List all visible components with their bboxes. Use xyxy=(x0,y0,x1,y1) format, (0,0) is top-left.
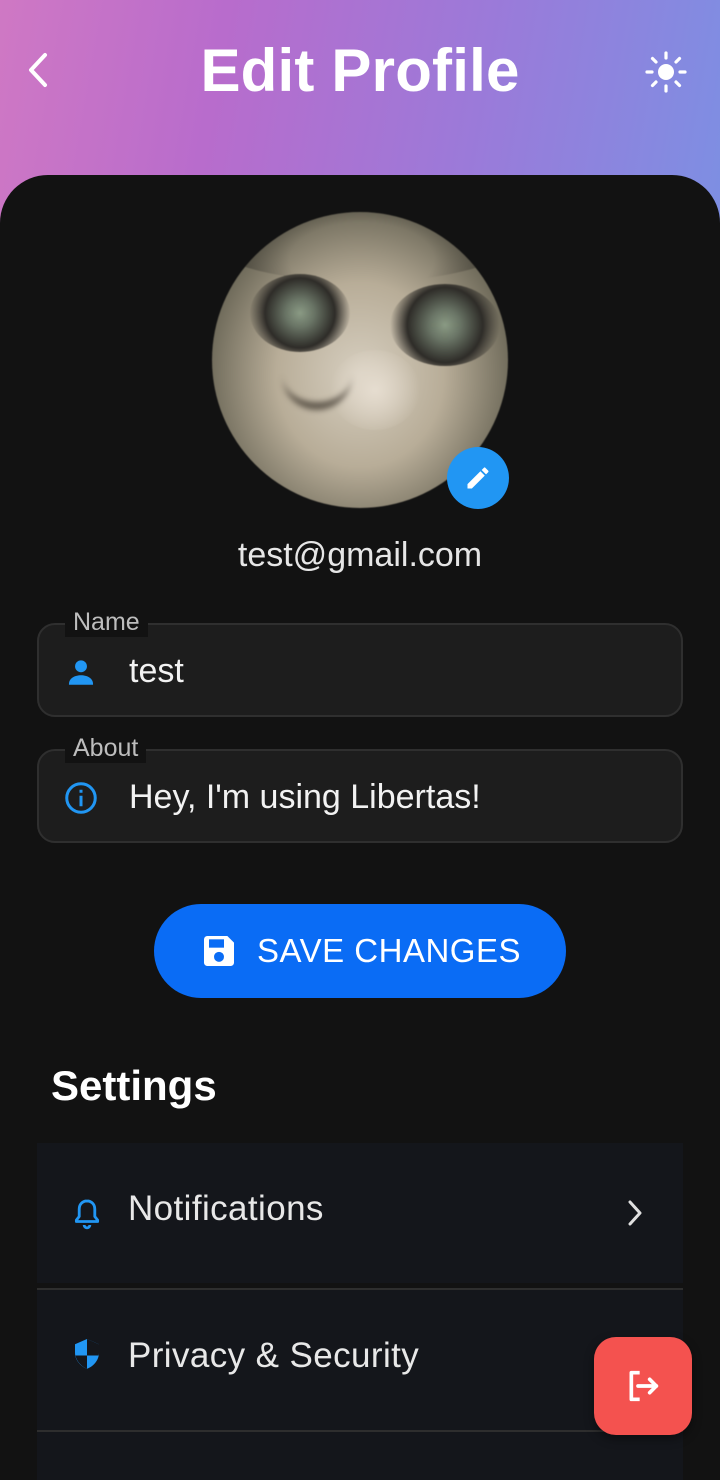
shield-icon xyxy=(67,1334,107,1374)
pencil-icon xyxy=(467,467,489,489)
name-label: Name xyxy=(65,607,148,637)
name-field[interactable]: Name xyxy=(37,607,683,717)
user-email: test@gmail.com xyxy=(237,536,483,574)
person-icon xyxy=(63,654,99,690)
logout-button[interactable] xyxy=(594,1337,692,1435)
logout-icon xyxy=(629,1370,659,1402)
sun-icon xyxy=(645,51,687,93)
settings-heading: Settings xyxy=(51,1062,217,1109)
about-field[interactable]: About xyxy=(37,733,683,843)
about-input[interactable] xyxy=(129,773,649,821)
settings-item-privacy[interactable]: Privacy & Security xyxy=(37,1290,683,1430)
info-icon xyxy=(63,780,99,816)
bell-icon xyxy=(67,1193,107,1233)
about-label: About xyxy=(65,733,147,763)
settings-item-label: Notifications xyxy=(128,1189,324,1228)
settings-item-next[interactable] xyxy=(37,1432,683,1480)
page-title: Edit Profile xyxy=(200,37,520,104)
theme-toggle-button[interactable] xyxy=(644,50,688,94)
name-input[interactable] xyxy=(129,647,649,695)
chevron-right-icon xyxy=(617,1195,653,1231)
save-icon xyxy=(204,936,235,966)
settings-item-label: Privacy & Security xyxy=(128,1336,420,1375)
edit-avatar-button[interactable] xyxy=(447,447,509,509)
save-button-label: SAVE CHANGES xyxy=(257,932,521,969)
save-changes-button[interactable]: SAVE CHANGES xyxy=(154,904,566,998)
settings-item-notifications[interactable]: Notifications xyxy=(37,1143,683,1283)
